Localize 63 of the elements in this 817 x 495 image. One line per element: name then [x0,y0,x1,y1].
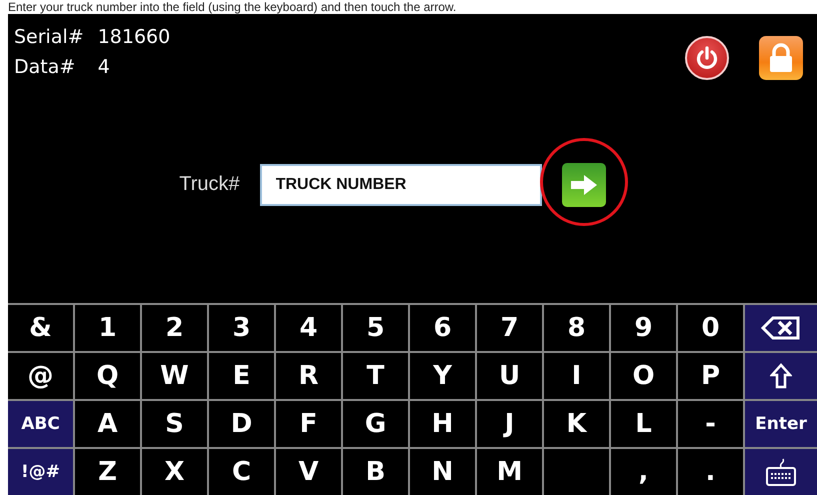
keyboard-key[interactable]: I [544,353,609,399]
next-button[interactable] [562,162,606,206]
keyboard-key[interactable]: U [477,353,542,399]
keyboard-key[interactable]: T [343,353,408,399]
instruction-text: Enter your truck number into the field (using the keyboard) and then touch the arrow. [7,0,458,14]
padlock-icon [768,43,794,73]
keyboard-key[interactable]: 5 [343,305,408,351]
keyboard-key[interactable]: , [611,449,676,495]
backspace-icon [761,316,801,340]
keyboard-key[interactable]: N [410,449,475,495]
shift-icon [770,363,792,389]
keyboard-key[interactable]: 2 [142,305,207,351]
power-icon [695,46,719,70]
info-label: Serial# [14,26,84,48]
keyboard-key[interactable]: & [8,305,73,351]
truck-label: Truck# [179,173,240,196]
keyboard-key[interactable]: Z [75,449,140,495]
truck-number-field[interactable]: TRUCK NUMBER [260,164,542,206]
keyboard-key[interactable]: S [142,401,207,447]
keyboard-key[interactable]: J [477,401,542,447]
keyboard-key[interactable]: !@# [8,449,73,495]
keyboard-key[interactable]: L [611,401,676,447]
info-value: 4 [98,56,111,78]
keyboard-key[interactable]: 6 [410,305,475,351]
keyboard-key[interactable]: R [276,353,341,399]
keyboard-key[interactable]: 1 [75,305,140,351]
keyboard-key[interactable]: . [678,449,743,495]
keyboard-key[interactable]: H [410,401,475,447]
keyboard-key[interactable]: ABC [8,401,73,447]
keyboard-key[interactable]: 7 [477,305,542,351]
info-label: Data# [14,56,76,78]
keyboard-key[interactable]: B [343,449,408,495]
keyboard-key[interactable]: E [209,353,274,399]
keyboard-key[interactable]: G [343,401,408,447]
keyboard-key[interactable]: P [678,353,743,399]
keyboard-key[interactable]: 3 [209,305,274,351]
keyboard-key[interactable]: A [75,401,140,447]
arrow-right-icon [568,172,599,196]
keyboard-icon [765,457,797,487]
lock-button[interactable] [759,36,803,80]
power-button[interactable] [685,36,729,80]
keyboard-key[interactable]: F [276,401,341,447]
keyboard-key[interactable]: 9 [611,305,676,351]
keyboard-key[interactable]: W [142,353,207,399]
keyboard-key[interactable]: - [678,401,743,447]
keyboard-key[interactable]: Y [410,353,475,399]
hide-key[interactable] [745,449,817,495]
keyboard-key[interactable]: D [209,401,274,447]
keyboard-key[interactable]: V [276,449,341,495]
shift-key[interactable] [745,353,817,399]
keyboard-key[interactable]: Q [75,353,140,399]
keyboard-key[interactable]: X [142,449,207,495]
keyboard-key[interactable]: 4 [276,305,341,351]
keyboard-key[interactable]: 0 [678,305,743,351]
keyboard-key[interactable]: 8 [544,305,609,351]
keyboard-key[interactable]: C [209,449,274,495]
keyboard-key[interactable]: Enter [745,401,817,447]
keyboard-key[interactable]: M [477,449,542,495]
keyboard-key[interactable]: O [611,353,676,399]
keyboard-key[interactable]: K [544,401,609,447]
backspace-key[interactable] [745,305,817,351]
info-value: 181660 [98,26,170,48]
keyboard-key[interactable]: @ [8,353,73,399]
